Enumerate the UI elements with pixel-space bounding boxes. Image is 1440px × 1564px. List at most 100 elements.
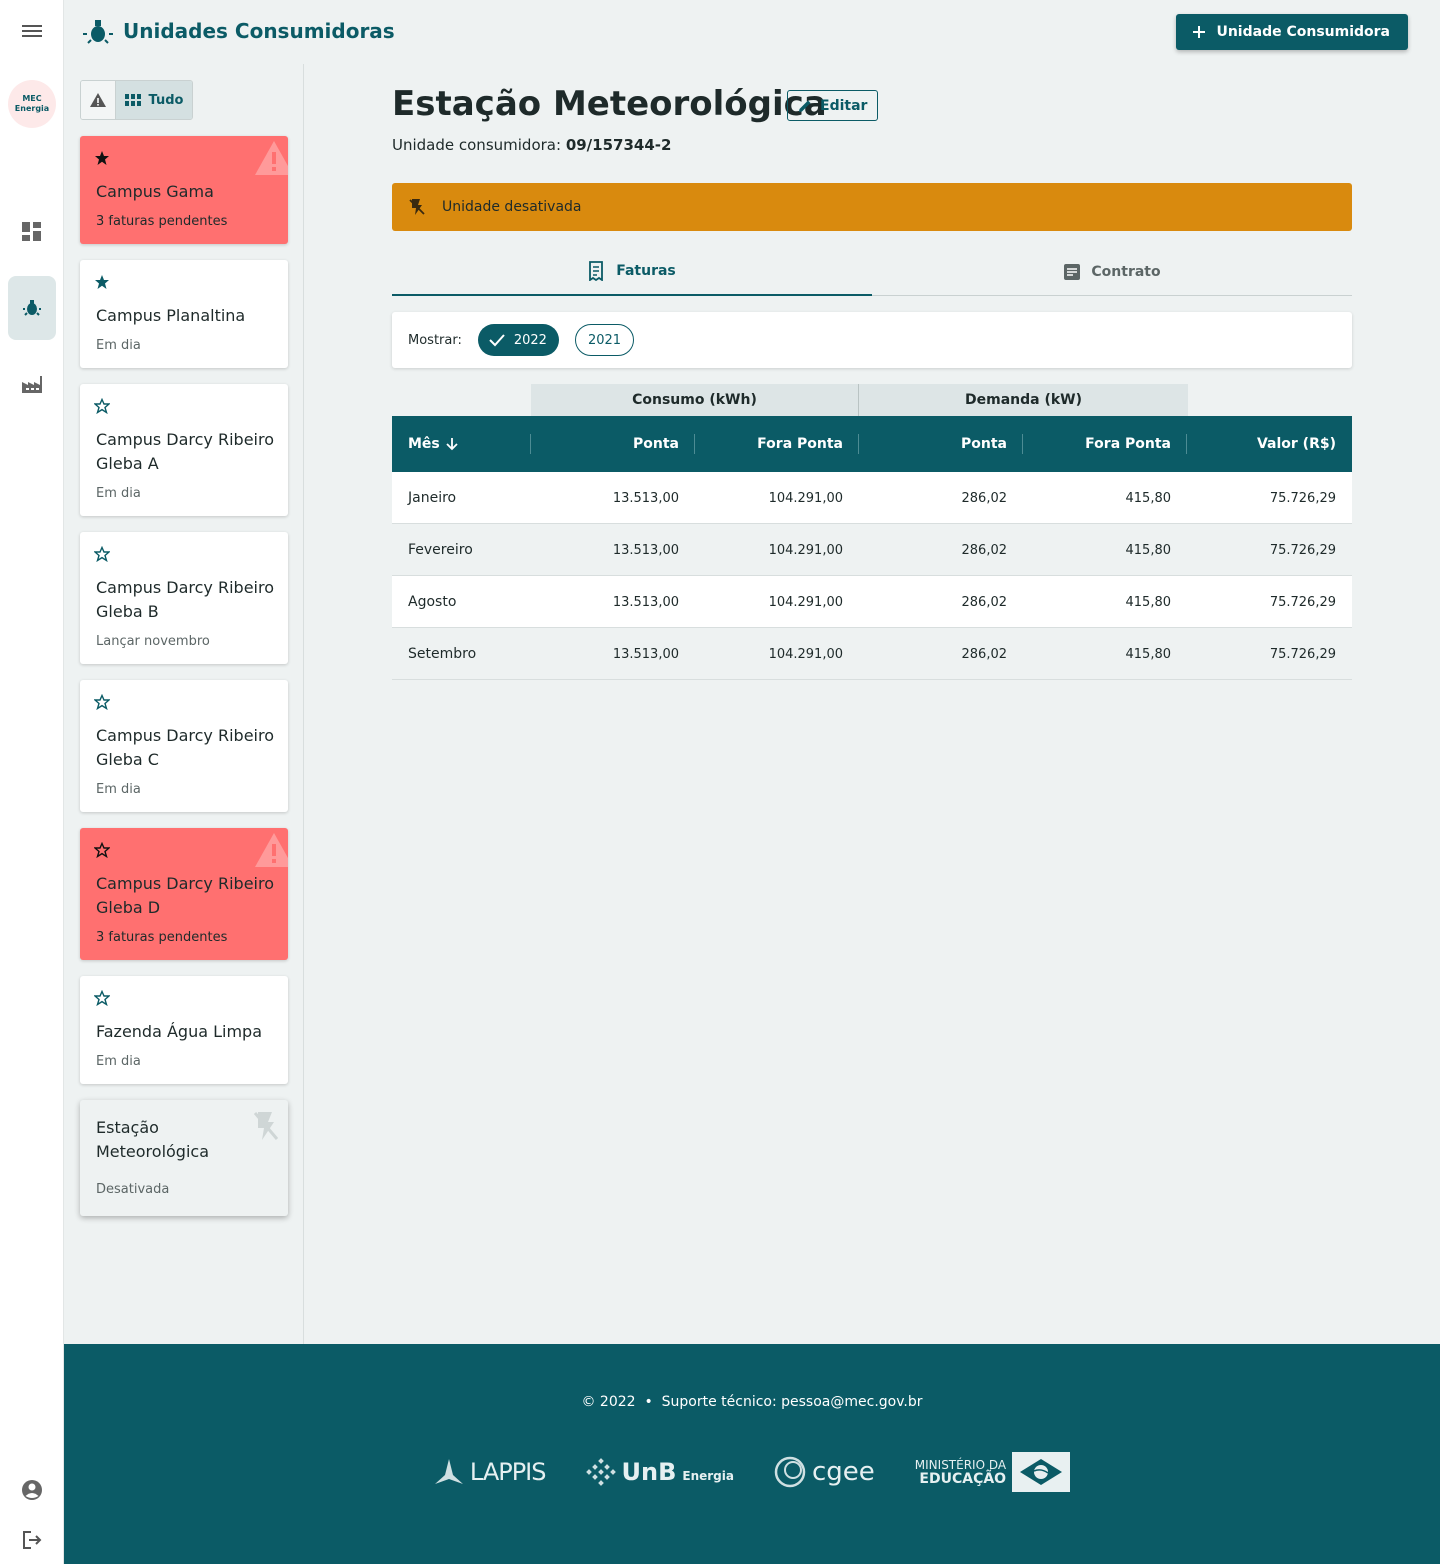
support-label: Suporte técnico: xyxy=(661,1394,777,1410)
dashboard-icon xyxy=(22,222,41,241)
tab-faturas[interactable]: Faturas xyxy=(392,248,872,296)
cell-demanda-ponta: 286,02 xyxy=(961,594,1008,610)
cell-consumo-fora-ponta: 104.291,00 xyxy=(768,646,843,662)
rail-logout-button[interactable] xyxy=(8,1516,56,1564)
star-outline-icon[interactable] xyxy=(94,398,110,414)
group-header-demanda: Demanda (kW) xyxy=(859,384,1188,416)
lappis-mark-icon xyxy=(434,1459,463,1484)
mec-text-line1: MINISTÉRIO DA xyxy=(914,1458,1007,1472)
menu-icon[interactable] xyxy=(20,22,44,42)
flash-off-icon xyxy=(409,199,425,215)
table-row[interactable]: Janeiro 13.513,00 104.291,00 286,02 415,… xyxy=(392,472,1352,524)
cell-consumo-fora-ponta: 104.291,00 xyxy=(768,594,843,610)
tab-contrato[interactable]: Contrato xyxy=(872,248,1352,296)
logo-line2: Energia xyxy=(14,104,50,113)
receipt-icon xyxy=(589,261,604,281)
uc-label: Unidade consumidora: xyxy=(392,136,562,154)
document-icon xyxy=(1064,264,1081,280)
add-unit-button[interactable]: Unidade Consumidora xyxy=(1176,14,1408,50)
unit-card[interactable]: Campus Darcy Ribeiro Gleba D 3 faturas p… xyxy=(80,828,288,960)
table-row[interactable]: Setembro 13.513,00 104.291,00 286,02 415… xyxy=(392,628,1352,680)
unit-status: Lançar novembro xyxy=(96,634,210,649)
brazil-flag-icon xyxy=(1012,1452,1071,1492)
unit-list-panel: Tudo Campus Gama 3 faturas pendentes Cam… xyxy=(64,64,304,1344)
star-outline-icon[interactable] xyxy=(94,546,110,562)
cell-demanda-fora-ponta: 415,80 xyxy=(1125,594,1172,610)
column-header-demanda-ponta[interactable]: Ponta xyxy=(859,416,1023,472)
logo-line1: MEC xyxy=(22,94,42,103)
cell-consumo-ponta: 13.513,00 xyxy=(612,646,679,662)
unit-name: Campus Darcy Ribeiro Gleba B xyxy=(96,578,275,621)
filter-all-label: Tudo xyxy=(148,92,184,108)
column-header-mes[interactable]: Mês xyxy=(392,416,531,472)
filter-all-button[interactable]: Tudo xyxy=(116,81,192,119)
unit-name: Campus Darcy Ribeiro Gleba D xyxy=(96,874,275,917)
cgee-text: cgee xyxy=(811,1457,875,1487)
unit-card[interactable]: Campus Gama 3 faturas pendentes xyxy=(80,136,288,244)
footer-copyright: © 2022 • Suporte técnico: pessoa@mec.gov… xyxy=(581,1394,923,1410)
lappis-logo: LAPPIS xyxy=(434,1458,546,1486)
account-icon xyxy=(22,1480,42,1500)
cell-consumo-ponta: 13.513,00 xyxy=(612,542,679,558)
table-body: Janeiro 13.513,00 104.291,00 286,02 415,… xyxy=(392,472,1352,680)
unit-card[interactable]: Campus Darcy Ribeiro Gleba A Em dia xyxy=(80,384,288,516)
cell-demanda-fora-ponta: 415,80 xyxy=(1125,542,1172,558)
unit-card[interactable]: Fazenda Água Limpa Em dia xyxy=(80,976,288,1084)
star-filled-icon[interactable] xyxy=(94,150,110,166)
unb-text: UnB xyxy=(621,1458,677,1486)
cell-valor: 75.726,29 xyxy=(1269,490,1336,506)
factory-icon xyxy=(22,376,42,393)
filter-pending-button[interactable] xyxy=(81,81,116,119)
table-row[interactable]: Agosto 13.513,00 104.291,00 286,02 415,8… xyxy=(392,576,1352,628)
unit-card[interactable]: Campus Darcy Ribeiro Gleba C Em dia xyxy=(80,680,288,812)
unit-status: 3 faturas pendentes xyxy=(96,214,228,229)
unit-card-selected[interactable]: Estação Meteorológica Desativada xyxy=(80,1100,288,1216)
add-unit-label: Unidade Consumidora xyxy=(1216,24,1390,40)
partner-logos: LAPPIS UnB Energia cgee MINISTÉRIO DA ED… xyxy=(64,1444,1440,1500)
app-logo: MEC Energia xyxy=(8,80,56,128)
tab-faturas-label: Faturas xyxy=(616,263,676,279)
cell-demanda-ponta: 286,02 xyxy=(961,646,1008,662)
plus-icon xyxy=(1193,26,1206,38)
column-header-consumo-fora-ponta[interactable]: Fora Ponta xyxy=(695,416,859,472)
year-chip-2022[interactable]: 2022 xyxy=(477,324,559,356)
rail-distributors-button[interactable] xyxy=(8,360,56,408)
rail-dashboard-button[interactable] xyxy=(8,208,56,256)
unit-name: Campus Darcy Ribeiro Gleba C xyxy=(96,726,275,769)
page-title: Unidades Consumidoras xyxy=(123,19,395,43)
show-label: Mostrar: xyxy=(408,332,462,348)
footer: © 2022 • Suporte técnico: pessoa@mec.gov… xyxy=(64,1344,1440,1564)
star-outline-icon[interactable] xyxy=(94,842,110,858)
unit-name: Campus Planaltina xyxy=(96,306,246,325)
edit-button[interactable]: Editar xyxy=(787,90,879,121)
unit-status: Em dia xyxy=(96,782,141,797)
column-header-consumo-ponta[interactable]: Ponta xyxy=(531,416,695,472)
unit-status: Em dia xyxy=(96,1054,141,1069)
star-outline-icon[interactable] xyxy=(94,694,110,710)
pencil-icon xyxy=(799,100,811,112)
unit-card[interactable]: Campus Darcy Ribeiro Gleba B Lançar nove… xyxy=(80,532,288,664)
unb-mark-icon xyxy=(585,1458,616,1486)
flash-off-icon xyxy=(253,1112,279,1140)
arrow-down-icon xyxy=(446,438,458,451)
column-header-valor[interactable]: Valor (R$) xyxy=(1187,416,1352,472)
rail-account-button[interactable] xyxy=(8,1466,56,1514)
check-icon xyxy=(489,334,505,347)
unit-card[interactable]: Campus Planaltina Em dia xyxy=(80,260,288,368)
star-outline-icon[interactable] xyxy=(94,990,110,1006)
table-row[interactable]: Fevereiro 13.513,00 104.291,00 286,02 41… xyxy=(392,524,1352,576)
star-filled-icon[interactable] xyxy=(94,274,110,290)
column-header-demanda-fora-ponta[interactable]: Fora Ponta xyxy=(1023,416,1187,472)
year-chip-2021[interactable]: 2021 xyxy=(574,324,635,356)
column-header-label: Mês xyxy=(408,436,440,452)
cell-valor: 75.726,29 xyxy=(1269,542,1336,558)
cell-month: Fevereiro xyxy=(408,542,473,558)
warning-icon xyxy=(255,833,288,867)
cell-consumo-ponta: 13.513,00 xyxy=(612,490,679,506)
rail-units-button[interactable] xyxy=(8,276,56,340)
unit-name: Fazenda Água Limpa xyxy=(96,1022,263,1041)
cell-demanda-ponta: 286,02 xyxy=(961,542,1008,558)
cell-demanda-ponta: 286,02 xyxy=(961,490,1008,506)
support-email-link[interactable]: pessoa@mec.gov.br xyxy=(781,1394,922,1410)
unit-status: Em dia xyxy=(96,486,141,501)
